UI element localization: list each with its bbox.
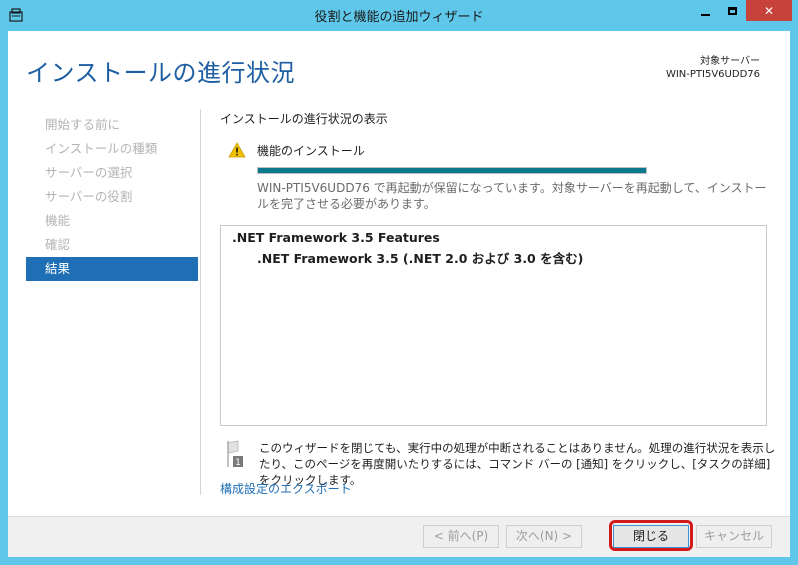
close-window-button[interactable]: ✕ (746, 0, 792, 21)
close-button[interactable]: 閉じる (613, 525, 689, 548)
minimize-icon (701, 13, 710, 16)
nav-item-features[interactable]: 機能 (26, 209, 198, 233)
notification-flag-icon: 1 (227, 440, 243, 468)
title-bar[interactable]: 役割と機能の追加ウィザード ✕ (0, 0, 798, 30)
wizard-footer: < 前へ(P) 次へ(N) > 閉じる キャンセル (8, 516, 790, 557)
restart-pending-message: WIN-PTI5V6UDD76 で再起動が保留になっています。対象サーバーを再起… (257, 181, 767, 211)
results-list[interactable]: .NET Framework 3.5 Features .NET Framewo… (220, 225, 767, 426)
next-button[interactable]: 次へ(N) > (506, 525, 582, 548)
result-item: .NET Framework 3.5 Features (232, 230, 440, 245)
info-badge-number: 1 (235, 458, 241, 468)
nav-item-server-roles[interactable]: サーバーの役割 (26, 185, 198, 209)
target-server-label: 対象サーバー (700, 56, 760, 67)
target-server-name: WIN-PTI5V6UDD76 (665, 69, 760, 80)
window-controls: ✕ (692, 0, 792, 22)
previous-button[interactable]: < 前へ(P) (423, 525, 499, 548)
warning-icon (228, 142, 246, 158)
maximize-icon (728, 6, 737, 15)
wizard-nav: 開始する前に インストールの種類 サーバーの選択 サーバーの役割 機能 確認 結… (26, 113, 198, 281)
window-frame: 役割と機能の追加ウィザード ✕ インストールの進行状況 対象サーバー WIN-P… (0, 0, 798, 565)
minimize-button[interactable] (692, 0, 719, 21)
result-subitem: .NET Framework 3.5 (.NET 2.0 および 3.0 を含む… (257, 251, 584, 266)
page-title: インストールの進行状況 (26, 59, 296, 87)
window-title: 役割と機能の追加ウィザード (314, 10, 484, 25)
nav-item-confirmation[interactable]: 確認 (26, 233, 198, 257)
maximize-button[interactable] (719, 0, 746, 21)
nav-item-before-you-begin[interactable]: 開始する前に (26, 113, 198, 137)
feature-install-label: 機能のインストール (257, 144, 365, 158)
nav-divider (200, 109, 201, 495)
install-progress-bar (257, 167, 647, 174)
cancel-button[interactable]: キャンセル (696, 525, 772, 548)
section-label: インストールの進行状況の表示 (220, 112, 388, 126)
nav-item-results[interactable]: 結果 (26, 257, 198, 281)
close-icon: ✕ (763, 3, 775, 18)
export-config-link[interactable]: 構成設定のエクスポート (220, 480, 352, 497)
nav-item-server-selection[interactable]: サーバーの選択 (26, 161, 198, 185)
wizard-client-area: インストールの進行状況 対象サーバー WIN-PTI5V6UDD76 開始する前… (8, 31, 790, 557)
target-server-info: 対象サーバー WIN-PTI5V6UDD76 (666, 55, 760, 81)
progress-fill (258, 168, 646, 173)
nav-item-installation-type[interactable]: インストールの種類 (26, 137, 198, 161)
